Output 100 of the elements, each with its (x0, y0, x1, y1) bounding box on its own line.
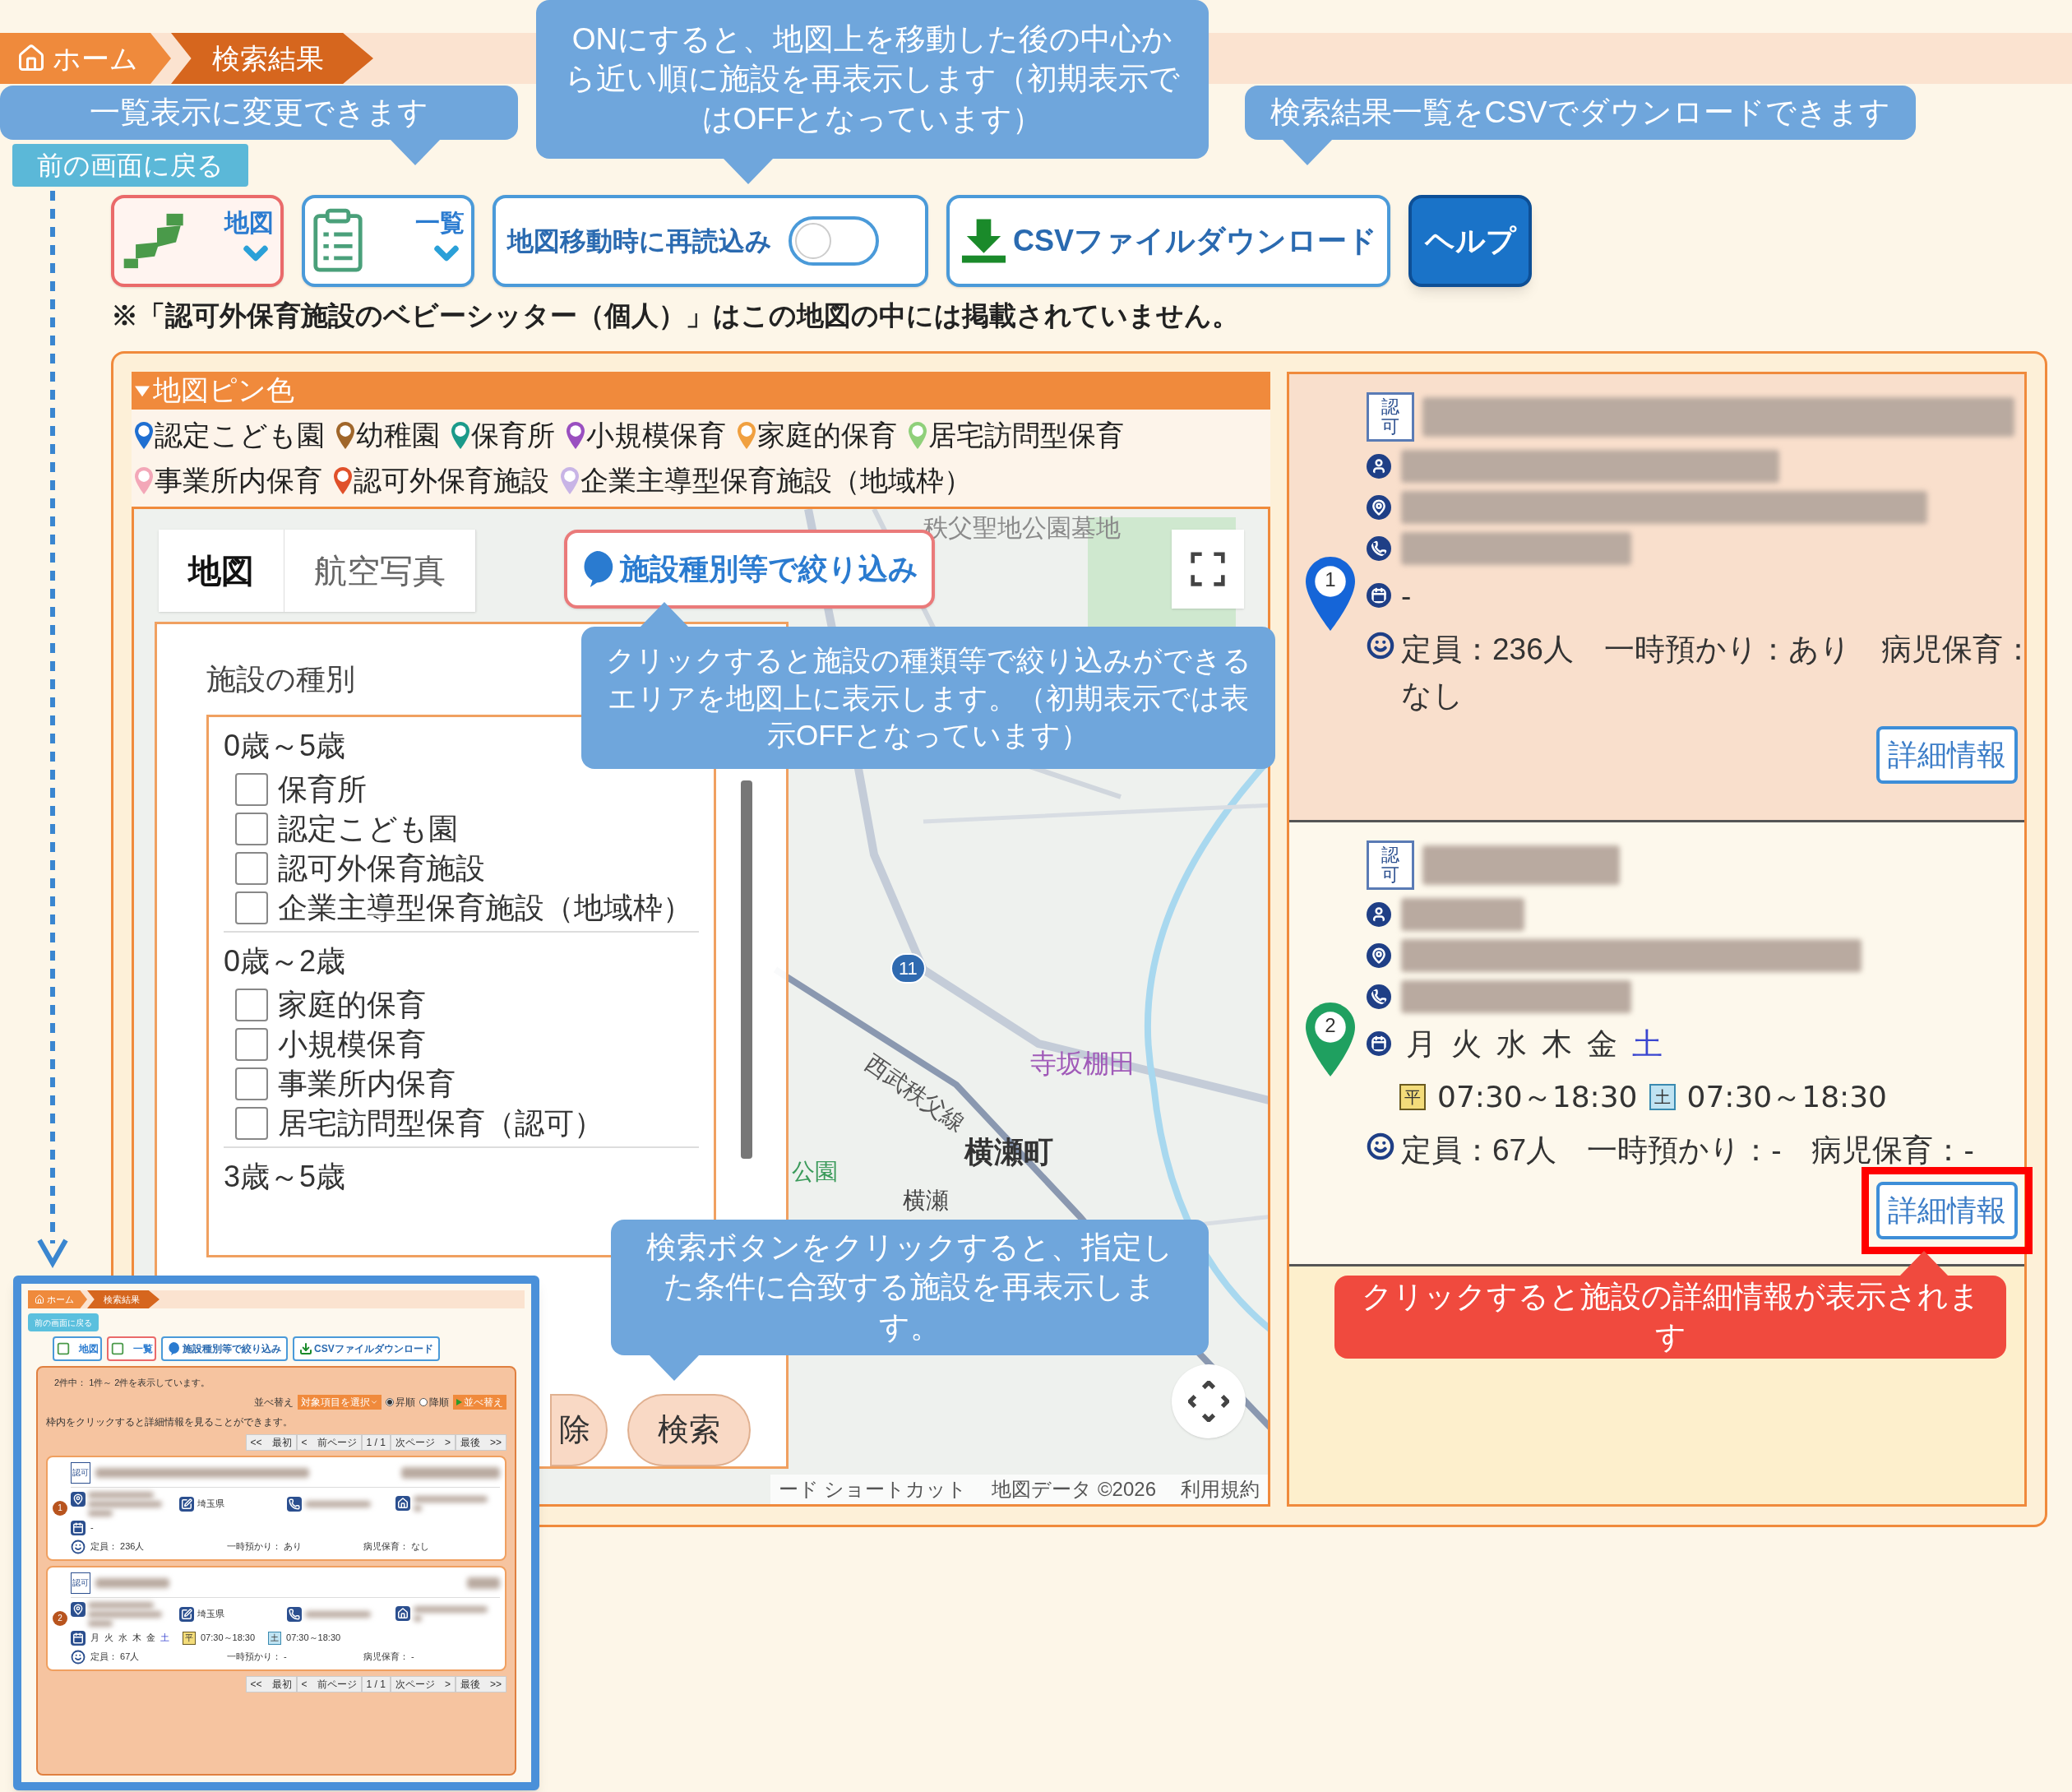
pagination-button[interactable]: << 最初 (245, 1675, 297, 1692)
pagination-button[interactable]: 最後 >> (456, 1433, 506, 1451)
callout-pointer (724, 159, 773, 184)
filter-action-button[interactable]: 除 (550, 1393, 608, 1466)
filter-action-button[interactable]: 検索 (627, 1393, 751, 1466)
license-badge: 認可 (1367, 840, 1414, 890)
facility-type-checkbox[interactable]: 居宅訪問型保育（認可） (235, 1104, 604, 1141)
pagination-button[interactable]: < 前ページ (296, 1675, 362, 1692)
weekday-label: 土 (1632, 1026, 1663, 1063)
facility-type-checkbox[interactable]: 事業所内保育 (235, 1065, 456, 1102)
csv-download-button[interactable]: CSVファイルダウンロード (946, 195, 1390, 287)
callout: 検索ボタンをクリックすると、指定した条件に合致する施設を再表示します。 (611, 1220, 1209, 1355)
legend-label: 企業主導型保育施設（地域枠） (580, 463, 972, 498)
pagination-button[interactable]: << 最初 (245, 1433, 297, 1451)
location-icon (1367, 494, 1391, 520)
weekday-label: 木 (132, 1632, 141, 1645)
hours-badge: 土 (1649, 1084, 1676, 1110)
sort-order-radio[interactable]: 降順 (419, 1394, 449, 1410)
legend-label: 事業所内保育 (155, 463, 322, 498)
result-card[interactable]: 2 認可 埼玉県 月 火 水 木 金 土 平 07:30～18:30 土 07:30～18:30 定員： 67人 一時預かり： - 病児保育： - (46, 1565, 506, 1671)
capacity-text: 定員：67人 一時預かり：- 病児保育：- (1401, 1132, 1975, 1169)
callout: クリックすると施設の種類等で絞り込みができるエリアを地図上に表示します。（初期表示では表示OFFとなっています） (581, 627, 1275, 769)
pin-number: 2 (1324, 1013, 1337, 1038)
pagination-button[interactable]: 1 / 1 (361, 1433, 391, 1451)
location-icon (71, 1491, 86, 1507)
license-badge: 認可 (71, 1461, 90, 1484)
detail-button[interactable]: 詳細情報 (1876, 726, 2018, 784)
fullscreen-button[interactable] (1172, 529, 1244, 609)
result-item[interactable]: 1 認可 - 定員：236人 一時預かり：あり 病児保育：なし 詳細情報 (1289, 373, 2024, 822)
hours-text: 07:30～18:30 (201, 1632, 256, 1645)
smiley-icon (71, 1649, 86, 1665)
prefecture-text: 埼玉県 (197, 1498, 224, 1511)
map-type-tab[interactable]: 航空写真 (284, 529, 476, 612)
facility-type-checkbox[interactable]: 家庭的保育 (235, 986, 426, 1023)
edit-icon (178, 1496, 194, 1512)
person-icon (1367, 901, 1391, 927)
age-group-heading: 3歳～5歳 (224, 1158, 347, 1195)
pagination-button[interactable]: 1 / 1 (361, 1675, 391, 1692)
calendar-icon (1367, 1031, 1391, 1057)
result-card[interactable]: 1 認可 埼玉県 - 定員： 236人 一時預かり： あり 病児保育： なし (46, 1455, 506, 1561)
play-icon (456, 1398, 462, 1405)
facility-type-checkbox[interactable]: 保育所 (235, 771, 367, 808)
facility-type-checkbox[interactable]: 小規模保育 (235, 1026, 426, 1063)
download-icon (299, 1342, 312, 1355)
weekday-label: 水 (118, 1632, 127, 1645)
calendar-icon (71, 1630, 86, 1646)
view-toggle-button[interactable]: 一覧 (302, 195, 474, 287)
house-icon (395, 1496, 410, 1511)
pagination-button[interactable]: 次ページ > (390, 1433, 456, 1451)
facility-type-checkbox[interactable]: 認定こども園 (235, 810, 458, 847)
phone-icon (1367, 535, 1391, 561)
weekday-label: 月 (1406, 1026, 1436, 1063)
hours-badge: 平 (183, 1631, 196, 1645)
smiley-icon (71, 1539, 86, 1554)
pagination-button[interactable]: < 前ページ (296, 1433, 362, 1451)
callout-pointer (650, 1355, 699, 1381)
legend-label: 小規模保育 (586, 418, 726, 452)
map-type-tab[interactable]: 地図 (159, 529, 284, 612)
view-toggle-button[interactable]: 地図 (53, 1336, 102, 1361)
capacity-text: 病児保育： なし (363, 1540, 431, 1554)
summary-text: 2件中： 1件～ 2件を表示しています。 (53, 1377, 211, 1389)
phone-icon (1367, 984, 1391, 1009)
weekday-label: 土 (160, 1632, 169, 1645)
pagination-button[interactable]: 次ページ > (390, 1675, 456, 1692)
breadcrumb-link[interactable]: 検索結果 (87, 1290, 160, 1308)
person-icon (1367, 453, 1391, 479)
age-group-heading: 0歳～5歳 (224, 727, 347, 764)
calendar-icon (71, 1520, 86, 1535)
callout-pointer (640, 602, 689, 627)
route-number-sign: 11 (890, 952, 926, 984)
filter-title: 施設の種別 (206, 660, 355, 697)
map-place-label: 公園 (792, 1157, 838, 1186)
facility-type-checkbox[interactable]: 認可外保育施設 (235, 850, 485, 887)
legend-label: 家庭的保育 (757, 418, 897, 452)
map-footer-link[interactable]: 利用規約 (1181, 1474, 1260, 1504)
csv-download-button[interactable]: CSVファイルダウンロード (293, 1336, 440, 1361)
filter-button[interactable]: 施設種別等で絞り込み (161, 1336, 288, 1361)
prefecture-text: 埼玉県 (197, 1608, 224, 1621)
breadcrumb-link[interactable]: 検索結果 (171, 33, 373, 84)
schedule-text: - (1401, 577, 1412, 614)
legend-label: 認定こども園 (155, 418, 325, 452)
pagination-button[interactable]: 最後 >> (456, 1675, 506, 1692)
capacity-text: 一時預かり： あり (227, 1540, 303, 1554)
callout-pointer (1283, 140, 1332, 165)
help-button[interactable]: ヘルプ (1408, 195, 1532, 287)
sort-order-radio[interactable]: 昇順 (386, 1394, 415, 1410)
view-toggle-button[interactable]: 一覧 (107, 1336, 156, 1361)
legend-label: 認可外保育施設 (354, 463, 549, 498)
facility-type-checkbox[interactable]: 企業主導型保育施設（地域枠） (235, 889, 692, 926)
blurred-button (467, 1577, 500, 1589)
callout: ONにすると、地図上を移動した後の中心から近い順に施設を再表示します（初期表示ではOFFとなっています） (536, 0, 1209, 159)
number-badge: 1 (53, 1500, 67, 1516)
phone-icon (287, 1496, 302, 1512)
map-footer-link[interactable]: 地図データ ©2026 (992, 1474, 1156, 1504)
detail-button[interactable]: 詳細情報 (1876, 1181, 2018, 1239)
weekday-label: 月 (90, 1632, 99, 1645)
view-toggle-button[interactable]: 地図 (111, 195, 284, 287)
reload-toggle[interactable]: 地図移動時に再読込み (493, 195, 928, 287)
location-icon (1367, 942, 1391, 968)
callout-pointer (391, 140, 440, 165)
